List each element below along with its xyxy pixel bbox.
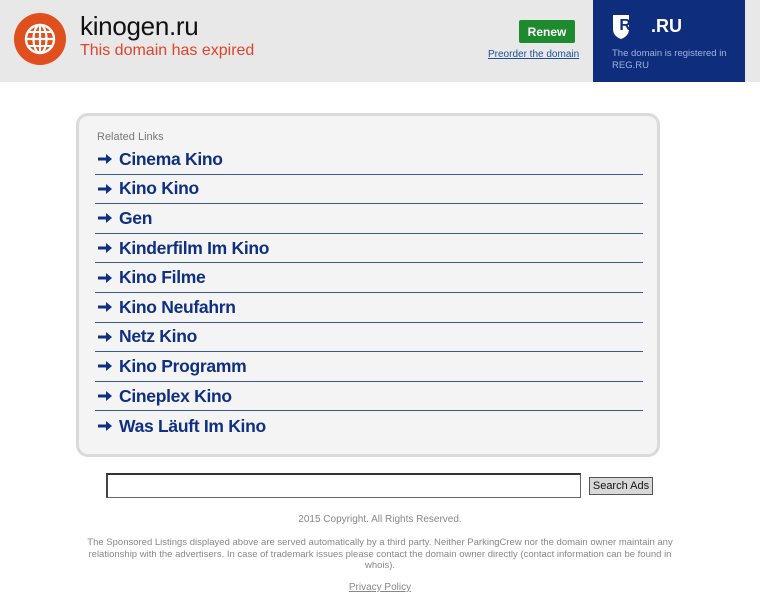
related-link[interactable]: Gen <box>95 204 643 234</box>
related-link-label[interactable]: Was Läuft Im Kino <box>119 416 266 437</box>
preorder-link[interactable]: Preorder the domain <box>488 49 579 60</box>
renew-button[interactable]: Renew <box>519 20 575 43</box>
regru-logo-reg: REG <box>619 17 653 34</box>
related-link[interactable]: Kino Programm <box>95 352 643 382</box>
copyright-text: 2015 Copyright. All Rights Reserved. <box>298 514 462 525</box>
arrow-right-icon <box>98 417 118 435</box>
related-link[interactable]: Was Läuft Im Kino <box>95 411 643 441</box>
related-link-label[interactable]: Cinema Kino <box>119 149 223 170</box>
privacy-policy: Privacy Policy <box>0 582 760 593</box>
search-ads-button[interactable]: Search Ads <box>589 477 653 495</box>
arrow-right-icon <box>98 180 118 198</box>
related-links-box: Related Links Cinema Kino Kino Kino Gen … <box>76 113 660 457</box>
arrow-right-icon <box>98 298 118 316</box>
related-link-label[interactable]: Cineplex Kino <box>119 386 232 407</box>
disclaimer-text: The Sponsored Listings displayed above a… <box>87 537 673 571</box>
related-links-list: Cinema Kino Kino Kino Gen Kinderfilm Im … <box>95 145 643 441</box>
arrow-right-icon <box>98 269 118 287</box>
expired-notice: This domain has expired <box>80 42 255 59</box>
related-link[interactable]: Netz Kino <box>95 323 643 353</box>
registrar-panel[interactable]: REG .RU The domain is registered in REG.… <box>593 0 745 82</box>
globe-icon <box>14 13 66 65</box>
arrow-right-icon <box>98 357 118 375</box>
privacy-policy-link[interactable]: Privacy Policy <box>349 582 411 593</box>
related-link-label[interactable]: Kino Programm <box>119 356 247 377</box>
arrow-right-icon <box>98 387 118 405</box>
related-link[interactable]: Kino Kino <box>95 175 643 205</box>
related-link[interactable]: Kinderfilm Im Kino <box>95 234 643 264</box>
related-link-label[interactable]: Kino Neufahrn <box>119 297 236 318</box>
related-link[interactable]: Kino Filme <box>95 263 643 293</box>
search-input[interactable] <box>106 473 581 498</box>
arrow-right-icon <box>98 239 118 257</box>
header-bar: kinogen.ru This domain has expired Renew… <box>0 0 760 82</box>
arrow-right-icon <box>98 150 118 168</box>
related-link[interactable]: Cineplex Kino <box>95 382 643 412</box>
related-link-label[interactable]: Gen <box>119 208 152 229</box>
related-link-label[interactable]: Kinderfilm Im Kino <box>119 238 269 259</box>
related-links-title: Related Links <box>97 131 164 143</box>
related-link[interactable]: Kino Neufahrn <box>95 293 643 323</box>
regru-logo[interactable]: REG .RU <box>611 11 682 41</box>
regru-logo-ru: .RU <box>651 15 682 36</box>
domain-name: kinogen.ru <box>80 11 199 41</box>
arrow-right-icon <box>98 328 118 346</box>
related-link[interactable]: Cinema Kino <box>95 145 643 175</box>
registrar-note: The domain is registered in REG.RU <box>612 48 727 71</box>
related-link-label[interactable]: Kino Kino <box>119 178 199 199</box>
arrow-right-icon <box>98 209 118 227</box>
related-link-label[interactable]: Netz Kino <box>119 326 197 347</box>
related-link-label[interactable]: Kino Filme <box>119 267 206 288</box>
